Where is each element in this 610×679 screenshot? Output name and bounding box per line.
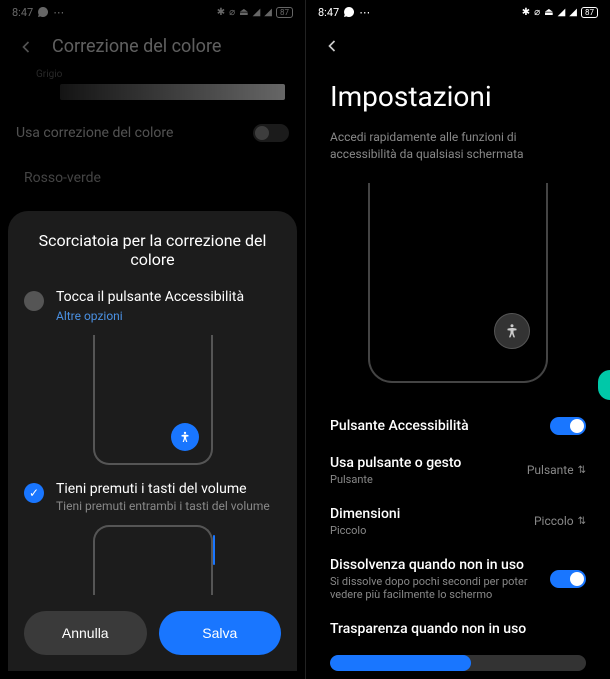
page-subtitle: Accedi rapidamente alle funzioni di acce… [306, 125, 610, 175]
back-icon[interactable] [322, 36, 342, 56]
chevron-updown-icon: ⇅ [578, 516, 586, 527]
fade-row[interactable]: Dissolvenza quando non in uso Si dissolv… [306, 547, 610, 611]
a11y-button-row[interactable]: Pulsante Accessibilità [306, 407, 610, 445]
slider-fill [330, 655, 471, 671]
use-button-gesture-label: Usa pulsante o gesto [330, 455, 527, 471]
dialog-buttons: Annulla Salva [24, 611, 281, 655]
option2-label: Tieni premuti i tasti del volume [56, 481, 281, 497]
use-button-gesture-value: Pulsante ⇅ [527, 463, 586, 477]
side-tab-handle[interactable] [598, 370, 610, 400]
dialog-title: Scorciatoia per la correzione del colore [24, 231, 281, 269]
chevron-updown-icon: ⇅ [578, 465, 586, 476]
option-volume-keys[interactable]: ✓ Tieni premuti i tasti del volume Tieni… [24, 481, 281, 513]
size-value: Piccolo ⇅ [534, 514, 586, 528]
more-options-link[interactable]: Altre opzioni [56, 309, 281, 323]
signal-icon: ◢ [569, 7, 577, 18]
dnd-icon: ⏏ [544, 7, 553, 18]
cancel-button[interactable]: Annulla [24, 611, 147, 655]
transparency-label: Trasparenza quando non in uso [330, 621, 586, 637]
a11y-button-toggle[interactable] [550, 417, 586, 435]
fade-sub: Si dissolve dopo pochi secondi per poter… [330, 575, 550, 601]
size-label: Dimensioni [330, 506, 534, 522]
option2-sub: Tieni premuti entrambi i tasti del volum… [56, 499, 281, 513]
a11y-button-large-icon [494, 313, 530, 349]
radio-unchecked-icon[interactable] [24, 291, 44, 311]
shortcut-dialog: Scorciatoia per la correzione del colore… [8, 211, 297, 671]
a11y-button-icon [171, 423, 199, 451]
a11y-button-label: Pulsante Accessibilità [330, 418, 550, 434]
wifi-icon: ◢ [558, 7, 566, 18]
left-screen: 8:47 ⋯ ✱ ⌀ ⏏ ◢ ◢ 87 Correzione del color… [0, 0, 305, 679]
use-button-gesture-row[interactable]: Usa pulsante o gesto Pulsante Pulsante ⇅ [306, 445, 610, 496]
bluetooth-icon: ✱ [522, 7, 530, 18]
page-title: Impostazioni [306, 68, 610, 125]
checkbox-checked-icon[interactable]: ✓ [24, 483, 44, 503]
phone-illustration-a11y [93, 335, 213, 465]
vibrate-icon: ⌀ [534, 7, 540, 18]
right-screen: 8:47 ⋯ ✱ ⌀ ⏏ ◢ ◢ 87 Impostazioni Accedi … [305, 0, 610, 679]
transparency-slider[interactable] [330, 655, 586, 671]
phone-illustration-volume [93, 525, 213, 595]
fade-toggle[interactable] [550, 570, 586, 588]
status-time: 8:47 [318, 6, 339, 19]
use-button-gesture-sub: Pulsante [330, 473, 527, 486]
status-more-icon: ⋯ [359, 6, 370, 19]
dialog-overlay: Scorciatoia per la correzione del colore… [0, 0, 305, 679]
transparency-row: Trasparenza quando non in uso [306, 611, 610, 647]
option-touch-a11y[interactable]: Tocca il pulsante Accessibilità Altre op… [24, 289, 281, 323]
save-button[interactable]: Salva [159, 611, 282, 655]
header [306, 24, 610, 68]
status-bar: 8:47 ⋯ ✱ ⌀ ⏏ ◢ ◢ 87 [306, 0, 610, 24]
fade-label: Dissolvenza quando non in uso [330, 557, 550, 573]
whatsapp-icon [343, 6, 355, 18]
size-row[interactable]: Dimensioni Piccolo Piccolo ⇅ [306, 496, 610, 547]
battery-icon: 87 [581, 7, 598, 18]
size-sub: Piccolo [330, 524, 534, 537]
option1-label: Tocca il pulsante Accessibilità [56, 289, 281, 305]
phone-illustration-large [368, 183, 548, 383]
